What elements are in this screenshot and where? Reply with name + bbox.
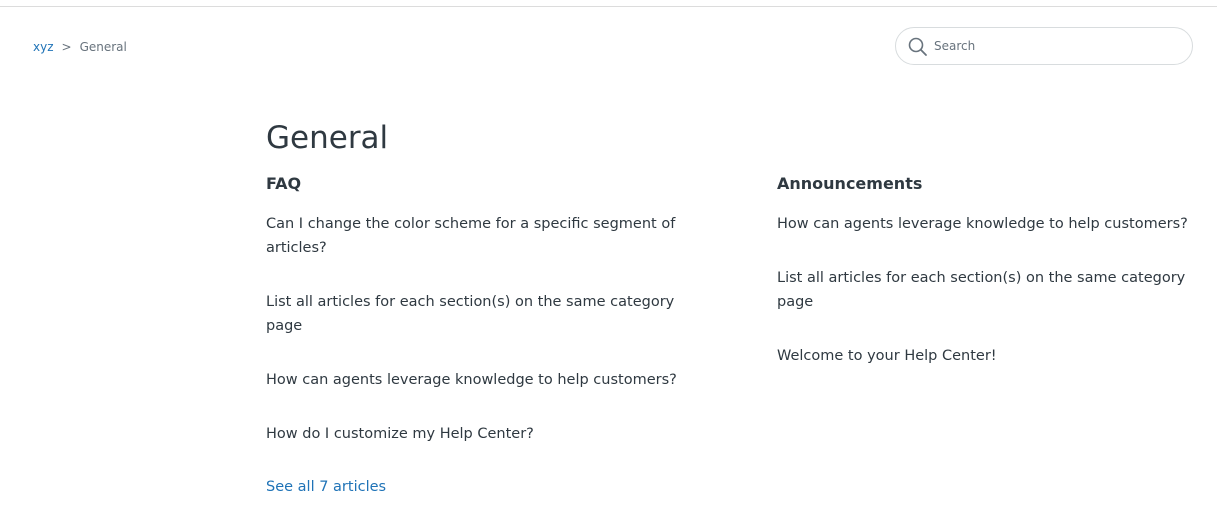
list-item: List all articles for each section(s) on… (777, 266, 1197, 314)
article-link[interactable]: List all articles for each section(s) on… (266, 294, 674, 334)
breadcrumb-root-link[interactable]: xyz (33, 40, 54, 54)
section-title[interactable]: FAQ (266, 170, 686, 198)
search-input[interactable] (934, 36, 1174, 56)
search-icon[interactable] (908, 37, 928, 57)
article-link[interactable]: How do I customize my Help Center? (266, 426, 534, 442)
section-title-link[interactable]: Announcements (777, 174, 922, 193)
list-item: Welcome to your Help Center! (777, 344, 1197, 368)
section-title[interactable]: Announcements (777, 170, 1197, 198)
breadcrumb: xyz > General (33, 40, 127, 54)
list-item: How can agents leverage knowledge to hel… (777, 212, 1197, 236)
list-item: How do I customize my Help Center? (266, 422, 686, 446)
article-link[interactable]: List all articles for each section(s) on… (777, 270, 1185, 310)
article-link[interactable]: Can I change the color scheme for a spec… (266, 216, 675, 256)
section-faq: FAQ Can I change the color scheme for a … (266, 170, 686, 499)
see-all-articles-link[interactable]: See all 7 articles (266, 475, 386, 499)
article-link[interactable]: How can agents leverage knowledge to hel… (266, 372, 677, 388)
search-box[interactable] (895, 27, 1193, 65)
list-item: List all articles for each section(s) on… (266, 290, 686, 338)
list-item: How can agents leverage knowledge to hel… (266, 368, 686, 392)
article-link[interactable]: Welcome to your Help Center! (777, 348, 997, 364)
breadcrumb-separator: > (61, 40, 72, 54)
list-item: Can I change the color scheme for a spec… (266, 212, 686, 260)
article-list: How can agents leverage knowledge to hel… (777, 212, 1197, 368)
breadcrumb-current: General (79, 40, 127, 54)
section-title-link[interactable]: FAQ (266, 174, 301, 193)
header-divider (0, 6, 1217, 7)
article-list: Can I change the color scheme for a spec… (266, 212, 686, 446)
section-announcements: Announcements How can agents leverage kn… (777, 170, 1197, 398)
article-link[interactable]: How can agents leverage knowledge to hel… (777, 216, 1188, 232)
page-title: General (266, 120, 389, 156)
